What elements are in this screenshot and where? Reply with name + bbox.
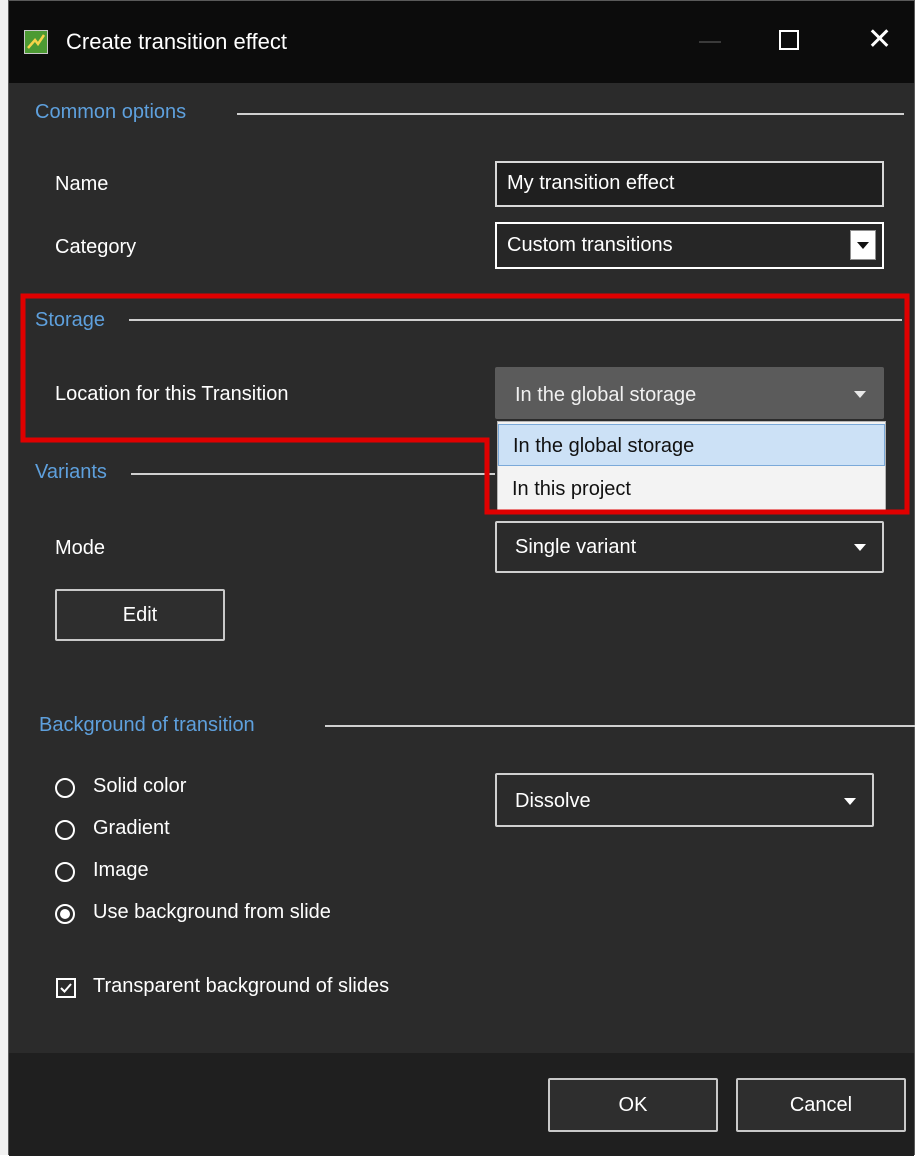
name-input[interactable]: My transition effect (495, 161, 884, 207)
variants-divider (131, 473, 495, 475)
variants-heading: Variants (35, 461, 107, 483)
name-label: Name (55, 173, 109, 195)
window-title: Create transition effect (66, 29, 287, 54)
ok-button[interactable]: OK (548, 1078, 718, 1132)
chevron-down-icon (854, 544, 866, 551)
gradient-label: Gradient (93, 817, 170, 839)
background-heading: Background of transition (39, 714, 255, 736)
create-transition-dialog: Create transition effect ✕ Common option… (8, 0, 915, 1156)
use-slide-background-radio[interactable] (55, 904, 75, 924)
title-bar: Create transition effect ✕ (9, 1, 914, 83)
option-global-storage[interactable]: In the global storage (498, 424, 885, 466)
checkmark-icon (60, 983, 72, 993)
mode-select[interactable]: Single variant (495, 521, 884, 573)
app-icon (24, 30, 48, 54)
solid-color-radio[interactable] (55, 778, 75, 798)
background-divider (325, 725, 915, 727)
use-slide-background-label: Use background from slide (93, 901, 331, 923)
background-strip (0, 0, 8, 1155)
mode-value: Single variant (515, 536, 637, 558)
image-radio[interactable] (55, 862, 75, 882)
chevron-down-icon (844, 798, 856, 805)
category-select[interactable]: Custom transitions (495, 222, 884, 269)
location-value: In the global storage (515, 384, 697, 406)
category-value: Custom transitions (507, 234, 673, 256)
storage-heading: Storage (35, 309, 106, 331)
category-label: Category (55, 236, 137, 258)
edit-button[interactable]: Edit (55, 589, 225, 641)
chevron-down-icon (854, 391, 866, 398)
image-label: Image (93, 859, 149, 881)
gradient-radio[interactable] (55, 820, 75, 840)
dialog-footer: OK Cancel (9, 1053, 914, 1156)
effect-select[interactable]: Dissolve (495, 773, 874, 827)
close-button[interactable]: ✕ (867, 25, 892, 55)
option-this-project[interactable]: In this project (498, 468, 885, 510)
location-label: Location for this Transition (55, 383, 289, 405)
transparent-background-label: Transparent background of slides (93, 975, 390, 997)
mode-label: Mode (55, 537, 106, 559)
solid-color-label: Solid color (93, 775, 187, 797)
cancel-button[interactable]: Cancel (736, 1078, 906, 1132)
location-select[interactable]: In the global storage (495, 367, 884, 419)
common-options-heading: Common options (35, 101, 187, 123)
effect-value: Dissolve (515, 790, 591, 812)
transparent-background-checkbox[interactable] (56, 978, 76, 998)
maximize-button[interactable] (779, 30, 799, 50)
chevron-down-icon (857, 242, 869, 249)
minimize-button[interactable] (699, 41, 721, 43)
storage-divider (129, 319, 902, 321)
common-options-divider (237, 113, 904, 115)
location-dropdown-list: In the global storage In this project (497, 421, 886, 511)
category-dropdown-button[interactable] (850, 230, 876, 260)
